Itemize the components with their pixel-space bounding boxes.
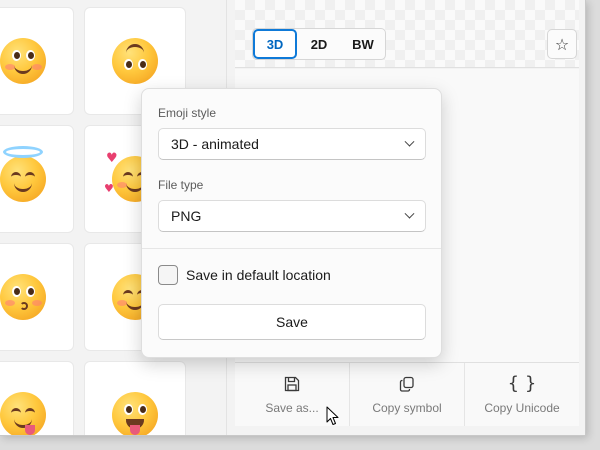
chevron-down-icon: [404, 208, 415, 219]
copy-unicode-label: Copy Unicode: [484, 400, 560, 415]
file-type-value: PNG: [171, 208, 202, 224]
emoji-style-dropdown[interactable]: 3D - animated: [158, 128, 426, 160]
braces-icon: { }: [507, 372, 537, 394]
emoji-style-label: Emoji style: [158, 106, 217, 120]
divider: [142, 248, 441, 249]
action-bar: Save as... Copy symbol { } Copy Unicode: [235, 362, 579, 426]
favorite-button[interactable]: ☆: [547, 29, 577, 59]
default-location-checkbox[interactable]: [158, 265, 178, 285]
face-savoring-food-icon: [0, 392, 46, 435]
save-icon: [283, 375, 301, 393]
emoji-tile-tongue-face[interactable]: [84, 361, 186, 435]
file-type-dropdown[interactable]: PNG: [158, 200, 426, 232]
save-as-flyout: Emoji style 3D - animated File type PNG …: [141, 88, 442, 358]
star-outline-icon: ☆: [554, 34, 570, 54]
emoji-style-value: 3D - animated: [171, 136, 259, 152]
kissing-face-icon: [0, 274, 46, 320]
emoji-tile-savoring-face[interactable]: [0, 361, 74, 435]
smiling-face-with-halo-icon: [0, 146, 46, 202]
default-location-row: Save in default location: [158, 265, 331, 285]
emoji-tile-smiling-face[interactable]: [0, 7, 74, 115]
copy-unicode-button[interactable]: { } Copy Unicode: [465, 363, 579, 426]
save-as-label: Save as...: [265, 400, 319, 415]
copy-symbol-label: Copy symbol: [372, 400, 442, 415]
default-location-label[interactable]: Save in default location: [186, 267, 331, 283]
mouse-pointer-icon: [326, 406, 339, 425]
emoji-tile-halo-face[interactable]: [0, 125, 74, 233]
upside-down-face-icon: [112, 38, 158, 84]
copy-icon: [398, 375, 416, 393]
chevron-down-icon: [404, 136, 415, 147]
file-type-label: File type: [158, 178, 204, 192]
grinning-face-with-tongue-icon: [112, 392, 158, 435]
copy-symbol-button[interactable]: Copy symbol: [350, 363, 465, 426]
save-button[interactable]: Save: [158, 304, 426, 340]
style-option-bw[interactable]: BW: [341, 29, 385, 59]
style-option-3d[interactable]: 3D: [253, 29, 297, 59]
style-segmented-control: 3D 2D BW: [252, 28, 386, 60]
preview-area: 3D 2D BW ☆: [235, 0, 579, 68]
style-option-2d[interactable]: 2D: [297, 29, 341, 59]
smiling-face-icon: [0, 38, 46, 84]
emoji-tile-kissing-face[interactable]: [0, 243, 74, 351]
